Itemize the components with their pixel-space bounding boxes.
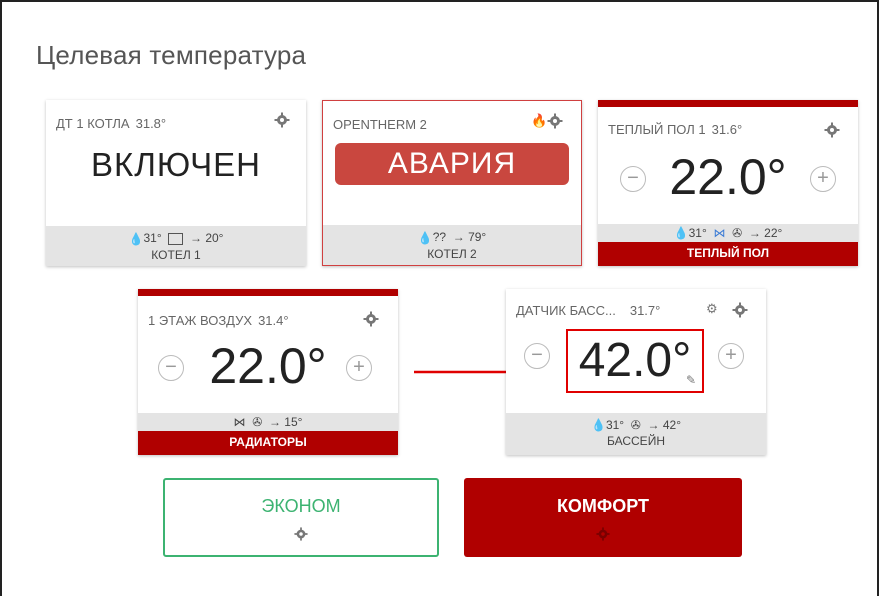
card-kotel1[interactable]: ДТ 1 КОТЛА 31.8° ВКЛЮЧЕН 💧31° → 20° КОТЕЛ… xyxy=(46,100,306,266)
econom-label: ЭКОНОМ xyxy=(261,496,341,516)
card-name: КОТЕЛ 2 xyxy=(427,246,477,261)
target-highlight[interactable]: 42.0° ✎ xyxy=(566,329,704,393)
sensor-temp: 31.4° xyxy=(258,313,289,328)
stat-out: → 22° xyxy=(748,226,783,240)
card-footer: 💧31° → 20° КОТЕЛ 1 xyxy=(46,226,306,266)
fan-icon: ⚙ xyxy=(706,301,718,316)
gear-icon[interactable] xyxy=(274,112,290,128)
sensor-label: ДТ 1 КОТЛА xyxy=(56,116,130,131)
sensor-temp: 31.6° xyxy=(711,122,743,137)
stat-in: 31° xyxy=(143,231,162,245)
gear-icon xyxy=(596,527,610,546)
card-topbar xyxy=(138,289,398,296)
comfort-mode-button[interactable]: КОМФОРТ xyxy=(464,478,742,557)
pencil-icon[interactable]: ✎ xyxy=(686,373,696,387)
gear-icon xyxy=(294,527,308,546)
drop-icon: 💧 xyxy=(417,230,433,245)
card-footer: 💧31° ✇ → 42° БАССЕЙН xyxy=(506,413,766,455)
fan-icon: ✇ xyxy=(252,415,263,429)
drop-icon: 💧 xyxy=(128,231,144,246)
card-air[interactable]: 1 ЭТАЖ ВОЗДУХ 31.4° − 22.0° + ⋈ ✇ → 15° Р… xyxy=(138,289,398,455)
gear-icon[interactable] xyxy=(547,113,563,129)
fan-icon: ✇ xyxy=(630,418,641,432)
card-stats: 💧31° ⋈ ✇ → 22° xyxy=(598,224,858,242)
card-name: БАССЕЙН xyxy=(607,434,665,448)
boiler-state: ВКЛЮЧЕН xyxy=(91,146,261,183)
stat-in: 31° xyxy=(605,418,625,432)
sensor-label: ДАТЧИК БАСС... xyxy=(516,303,616,318)
plus-button[interactable]: + xyxy=(718,343,744,369)
plus-button[interactable]: + xyxy=(810,166,836,192)
card-footer: 💧?? → 79° КОТЕЛ 2 xyxy=(323,225,581,265)
card-stats: 💧31° → 20° xyxy=(46,230,306,247)
page-title: Целевая температура xyxy=(36,40,307,70)
gear-icon[interactable] xyxy=(363,311,379,327)
card-topbar xyxy=(598,100,858,107)
gear-icon[interactable] xyxy=(824,122,840,138)
sensor-label: 1 ЭТАЖ ВОЗДУХ xyxy=(148,313,253,328)
drop-icon: 💧 xyxy=(591,418,606,432)
stat-out: → 15° xyxy=(268,415,303,429)
minus-button[interactable]: − xyxy=(524,343,550,369)
card-stats: 💧?? → 79° xyxy=(323,229,581,246)
card-header: ДАТЧИК БАСС... 31.7° xyxy=(516,303,660,318)
stat-out: → 20° xyxy=(189,231,224,245)
stat-in: ?? xyxy=(432,230,447,244)
sensor-label: OPENTHERM 2 xyxy=(333,117,427,132)
comfort-label: КОМФОРТ xyxy=(556,496,650,516)
target-temp[interactable]: 42.0° xyxy=(568,331,702,391)
card-stats: 💧31° ✇ → 42° xyxy=(506,417,766,433)
stat-in: 31° xyxy=(688,226,707,240)
plus-button[interactable]: + xyxy=(346,355,372,381)
sensor-label: ТЕПЛЫЙ ПОЛ 1 xyxy=(608,122,706,137)
gear-icon[interactable] xyxy=(732,302,748,318)
sensor-temp: 31.8° xyxy=(135,116,167,131)
drop-icon: 💧 xyxy=(673,226,689,240)
valve-icon: ⋈ xyxy=(233,415,246,429)
card-pool[interactable]: ДАТЧИК БАСС... 31.7° ⚙ − 42.0° ✎ + 💧31° ✇… xyxy=(506,289,766,455)
sensor-temp: 31.7° xyxy=(629,303,661,318)
card-name: РАДИАТОРЫ xyxy=(138,431,398,455)
card-header: ТЕПЛЫЙ ПОЛ 1 31.6° xyxy=(608,122,742,137)
fan-icon: ✇ xyxy=(732,226,743,240)
stat-out: → 42° xyxy=(647,418,681,432)
pump-icon xyxy=(168,232,184,245)
econom-mode-button[interactable]: ЭКОНОМ xyxy=(163,478,439,557)
flame-icon: 🔥 xyxy=(531,113,548,128)
card-stats: ⋈ ✇ → 15° xyxy=(138,413,398,431)
card-name: ТЕПЛЫЙ ПОЛ xyxy=(598,242,858,266)
alarm-badge: АВАРИЯ xyxy=(335,143,569,185)
valve-icon: ⋈ xyxy=(713,226,726,240)
stat-out: → 79° xyxy=(452,230,487,244)
card-header: ДТ 1 КОТЛА 31.8° xyxy=(56,116,166,131)
card-floor[interactable]: ТЕПЛЫЙ ПОЛ 1 31.6° − 22.0° + 💧31° ⋈ ✇ → 2… xyxy=(598,100,858,266)
card-header: 1 ЭТАЖ ВОЗДУХ 31.4° xyxy=(148,313,289,328)
card-name: КОТЕЛ 1 xyxy=(151,247,201,262)
card-kotel2[interactable]: OPENTHERM 2 🔥 АВАРИЯ 💧?? → 79° КОТЕЛ 2 xyxy=(322,100,582,266)
card-header: OPENTHERM 2 xyxy=(333,117,427,132)
